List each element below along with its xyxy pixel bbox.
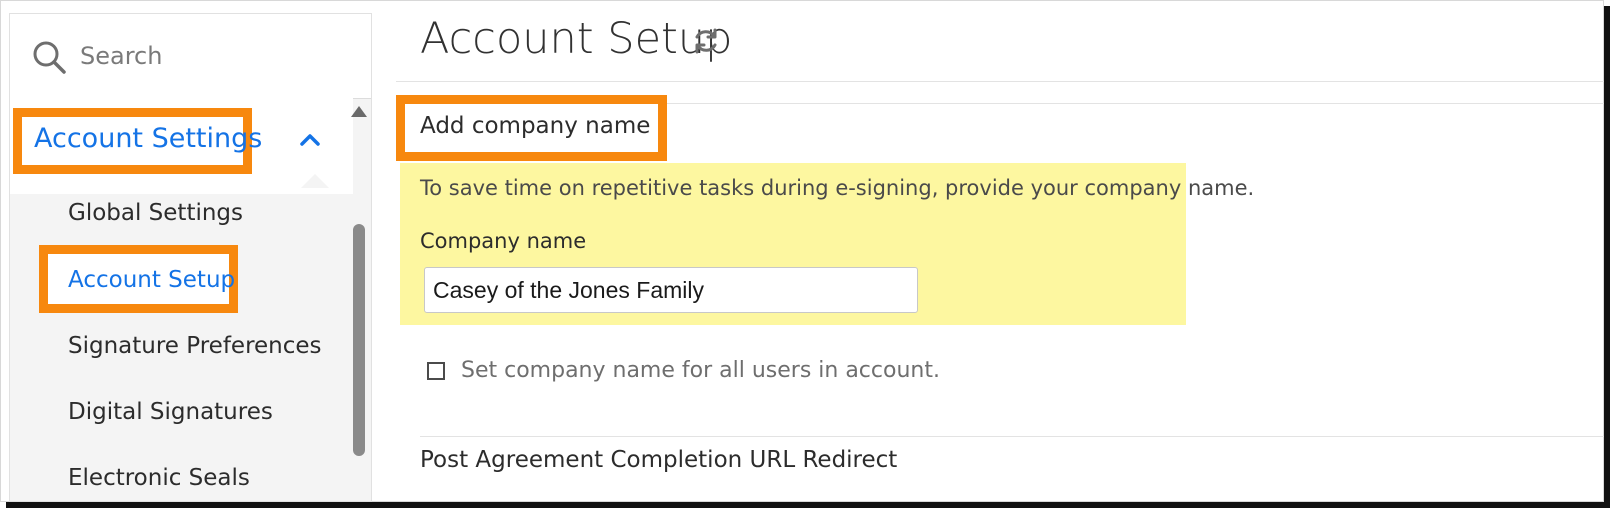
sidebar-item-digital-signatures[interactable]: Digital Signatures bbox=[68, 399, 273, 425]
sidebar: Search Account Settings Global Settings … bbox=[9, 13, 372, 502]
scrollbar-up-arrow[interactable] bbox=[351, 106, 367, 117]
sidebar-item-global-settings[interactable]: Global Settings bbox=[68, 200, 243, 226]
search-icon bbox=[33, 41, 66, 74]
chevron-up-icon[interactable] bbox=[299, 132, 321, 146]
search-bar[interactable]: Search bbox=[10, 14, 371, 99]
page-title: Account Setup bbox=[420, 14, 733, 64]
group-notch bbox=[301, 174, 329, 188]
section-divider-bottom bbox=[420, 436, 1604, 437]
sidebar-group-label[interactable]: Account Settings bbox=[34, 123, 262, 154]
sidebar-item-electronic-seals[interactable]: Electronic Seals bbox=[68, 465, 250, 491]
checkbox-label: Set company name for all users in accoun… bbox=[461, 358, 940, 383]
title-divider bbox=[396, 81, 1604, 82]
window-shadow-bottom bbox=[6, 502, 1610, 508]
refresh-icon[interactable] bbox=[692, 27, 720, 55]
company-name-label: Company name bbox=[420, 229, 587, 253]
search-input[interactable]: Search bbox=[80, 42, 162, 70]
section-title-url-redirect: Post Agreement Completion URL Redirect bbox=[420, 447, 898, 473]
window-shadow-right bbox=[1604, 6, 1610, 502]
company-name-field[interactable] bbox=[424, 267, 918, 313]
sidebar-item-signature-preferences[interactable]: Signature Preferences bbox=[68, 333, 322, 359]
company-name-all-users-checkbox[interactable] bbox=[427, 362, 445, 380]
section-title: Add company name bbox=[420, 113, 651, 139]
help-text: To save time on repetitive tasks during … bbox=[420, 176, 1255, 200]
scrollbar-thumb[interactable] bbox=[353, 224, 365, 456]
sidebar-item-account-setup[interactable]: Account Setup bbox=[68, 267, 235, 293]
